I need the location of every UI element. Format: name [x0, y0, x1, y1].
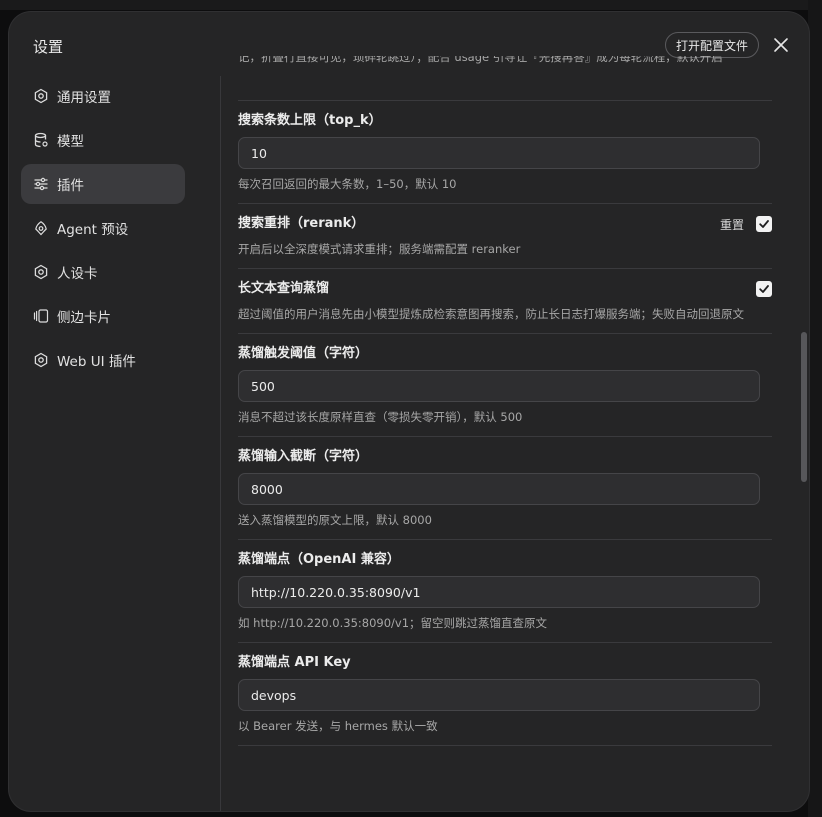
sidebar-item-models[interactable]: 模型: [21, 120, 185, 160]
sidebar-item-label: 插件: [57, 178, 84, 194]
setting-desc: 如 http://10.220.0.35:8090/v1；留空则跳过蒸馏直查原文: [238, 616, 548, 630]
rerank-checkbox[interactable]: [756, 216, 772, 232]
top-k-input[interactable]: [238, 137, 760, 169]
setting-label: 蒸馏端点 API Key: [238, 655, 351, 670]
open-config-file-button[interactable]: 打开配置文件: [665, 32, 760, 58]
setting-desc: 超过阈值的用户消息先由小模型提炼成检索意图再搜索，防止长日志打爆服务端；失败自动…: [238, 307, 744, 321]
backdrop-top: [0, 0, 822, 10]
setting-desc: 以 Bearer 发送，与 hermes 默认一致: [238, 719, 438, 733]
setting-row-distill: 长文本查询蒸馏 超过阈值的用户消息先由小模型提炼成检索意图再搜索，防止长日志打爆…: [238, 269, 772, 334]
sidebar-item-label: 侧边卡片: [57, 310, 111, 326]
setting-row-distill-truncate: 蒸馏输入截断（字符） 送入蒸馏模型的原文上限，默认 8000: [238, 437, 772, 540]
sidebar-item-side-cards[interactable]: 侧边卡片: [21, 296, 185, 336]
setting-label: 蒸馏触发阈值（字符）: [238, 346, 369, 361]
sidebar-item-label: 模型: [57, 134, 84, 150]
scrollbar-thumb[interactable]: [801, 332, 807, 482]
agent-icon: [33, 220, 49, 236]
setting-row-distill-threshold: 蒸馏触发阈值（字符） 消息不超过该长度原样直查（零损失零开销），默认 500: [238, 334, 772, 437]
sidebar-item-webui-plugins[interactable]: Web UI 插件: [21, 340, 185, 380]
setting-label: 搜索条数上限（top_k）: [238, 113, 382, 128]
plugin-settings-panel[interactable]: 记，折叠行直接可见，琐碎轮跳过）；配合 usage 引导让『先搜再答』成为每轮流…: [221, 56, 786, 811]
setting-label: 长文本查询蒸馏: [238, 281, 330, 296]
distill-threshold-input[interactable]: [238, 370, 760, 402]
setting-desc: 记，折叠行直接可见，琐碎轮跳过）；配合 usage 引导让『先搜再答』成为每轮流…: [238, 56, 723, 64]
database-icon: [33, 132, 49, 148]
setting-desc: 开启后以全深度模式请求重排；服务端需配置 reranker: [238, 242, 521, 256]
setting-label: 蒸馏输入截断（字符）: [238, 449, 369, 464]
cards-icon: [33, 308, 49, 324]
reset-button[interactable]: 重置: [720, 216, 744, 233]
setting-desc: 每次召回返回的最大条数，1–50，默认 10: [238, 177, 457, 191]
setting-desc: 送入蒸馏模型的原文上限，默认 8000: [238, 513, 432, 527]
sidebar-item-label: Agent 预设: [57, 222, 129, 238]
distill-api-key-input[interactable]: [238, 679, 760, 711]
setting-row-memory-search: 记，折叠行直接可见，琐碎轮跳过）；配合 usage 引导让『先搜再答』成为每轮流…: [238, 56, 772, 101]
setting-row-rerank: 搜索重排（rerank） 重置 开启后以全深度模式请求重排；服务端需配置 rer…: [238, 204, 772, 269]
checkmark-icon: [759, 285, 769, 293]
gear-icon: [33, 264, 49, 280]
gear-icon: [33, 352, 49, 368]
close-icon: [774, 38, 788, 52]
setting-row-distill-endpoint: 蒸馏端点（OpenAI 兼容） 如 http://10.220.0.35:809…: [238, 540, 772, 643]
settings-sidebar: 通用设置 模型 插件 Agent 预设 人设卡 侧边卡片 Web UI 插件: [21, 76, 185, 384]
sidebar-item-plugins[interactable]: 插件: [21, 164, 185, 204]
sidebar-item-agent-presets[interactable]: Agent 预设: [21, 208, 185, 248]
dialog-title: 设置: [33, 38, 64, 56]
checkmark-icon: [759, 220, 769, 228]
backdrop-right: [808, 0, 822, 817]
gear-icon: [33, 88, 49, 104]
setting-desc: 消息不超过该长度原样直查（零损失零开销），默认 500: [238, 410, 523, 424]
settings-dialog: 设置 打开配置文件 通用设置 模型 插件 Agent 预设 人设卡 侧边卡片 W…: [9, 12, 809, 811]
setting-row-distill-api-key: 蒸馏端点 API Key 以 Bearer 发送，与 hermes 默认一致: [238, 643, 772, 746]
sidebar-item-label: Web UI 插件: [57, 354, 136, 370]
distill-checkbox[interactable]: [756, 281, 772, 297]
setting-label: 搜索重排（rerank）: [238, 216, 365, 231]
setting-row-top-k: 搜索条数上限（top_k） 每次召回返回的最大条数，1–50，默认 10: [238, 101, 772, 204]
sidebar-item-persona-cards[interactable]: 人设卡: [21, 252, 185, 292]
sliders-icon: [33, 176, 49, 192]
close-button[interactable]: [771, 35, 791, 55]
distill-endpoint-input[interactable]: [238, 576, 760, 608]
sidebar-item-label: 通用设置: [57, 90, 111, 106]
sidebar-item-general[interactable]: 通用设置: [21, 76, 185, 116]
setting-label: 蒸馏端点（OpenAI 兼容）: [238, 552, 400, 567]
sidebar-item-label: 人设卡: [57, 266, 98, 282]
distill-truncate-input[interactable]: [238, 473, 760, 505]
